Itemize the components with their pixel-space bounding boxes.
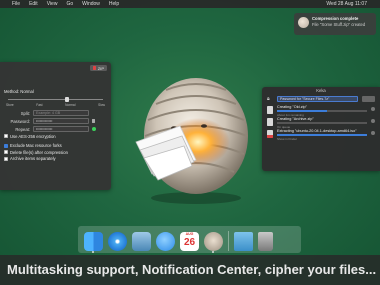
dock: AUG 26	[78, 226, 301, 253]
key-icon: 🔒︎	[267, 96, 270, 102]
menubar-status: Wed 28 Aug 11:07	[326, 1, 376, 7]
safari-icon[interactable]	[108, 232, 127, 251]
task-status: On queue	[277, 124, 291, 129]
tick-slow: Slow	[98, 103, 105, 107]
task-name: Extracting "ubuntu-20.04.1-desktop-amd64…	[277, 129, 357, 133]
repeat-label: Repeat:	[15, 126, 30, 132]
cancel-task-icon[interactable]	[371, 131, 375, 135]
delete-checkbox[interactable]	[4, 150, 8, 155]
caption: Multitasking support, Notification Cente…	[0, 255, 380, 285]
task-progress	[277, 134, 367, 136]
separate-label: Archive items separately	[10, 156, 56, 162]
menu-file[interactable]: File	[12, 1, 20, 7]
keka-app-icon	[298, 17, 309, 28]
menu-go[interactable]: Go	[66, 1, 73, 7]
format-value: ZIP	[97, 65, 104, 71]
format-select[interactable]: ZIP	[89, 65, 107, 71]
separate-checkbox-row[interactable]: Archive items separately	[4, 156, 107, 163]
notification[interactable]: Compression complete File "Some Stuff.zi…	[294, 13, 376, 35]
menu-view[interactable]: View	[47, 1, 58, 7]
keka-window-title: Keka	[316, 88, 326, 93]
task-status: About 1m remaining	[277, 112, 304, 117]
notification-title: Compression complete	[312, 16, 359, 21]
messages-icon[interactable]	[156, 232, 175, 251]
exclude-label: Exclude Mac resource forks	[10, 143, 62, 149]
archive-password-input[interactable]: Password for "Secure Files.7z"	[277, 96, 358, 102]
delete-label: Delete file(s) after compression	[10, 149, 68, 155]
task-row: Creating "Archive.zip" On queue	[262, 116, 380, 129]
calendar-month: AUG	[185, 232, 194, 236]
tick-normal: Normal	[65, 103, 76, 107]
calendar-day: 26	[183, 237, 196, 248]
aes-checkbox[interactable]	[4, 134, 8, 139]
menu-window[interactable]: Window	[82, 1, 100, 7]
finder-icon[interactable]	[84, 232, 103, 253]
menu-bar: File Edit View Go Window Help Wed 28 Aug…	[0, 0, 380, 8]
task-row: Extracting "ubuntu-20.04.1-desktop-amd64…	[262, 128, 380, 141]
task-progress	[277, 122, 367, 124]
repeat-field[interactable]: •••••••••••••	[33, 126, 89, 132]
task-row: Creating "Old.zip" About 1m remaining	[262, 104, 380, 117]
calendar-icon[interactable]: AUG 26	[180, 232, 199, 251]
zip-file-icon	[267, 106, 273, 114]
cancel-task-icon[interactable]	[371, 107, 375, 111]
folder-icon[interactable]	[234, 232, 253, 251]
clock[interactable]: Wed 28 Aug 11:07	[326, 1, 367, 7]
keka-window: Keka 🔒︎ Password for "Secure Files.7z" C…	[262, 87, 380, 171]
iso-file-icon	[267, 130, 273, 138]
trash-icon[interactable]	[258, 232, 273, 251]
aes-label: Use AES-256 encryption	[10, 133, 56, 139]
zip-file-icon	[267, 118, 273, 126]
cancel-task-icon[interactable]	[371, 119, 375, 123]
lock-icon[interactable]	[92, 119, 95, 123]
separate-checkbox[interactable]	[4, 156, 8, 161]
menu-help[interactable]: Help	[109, 1, 119, 7]
split-label: Split:	[20, 110, 30, 116]
keka-mascot-icon	[135, 78, 248, 204]
notification-subtitle: File "Some Stuff.zip" created	[312, 22, 366, 27]
dock-separator	[228, 231, 229, 251]
compression-settings-panel: ZIP Method: Normal Store Fast Normal Slo…	[0, 62, 111, 190]
password-ok-button[interactable]	[362, 96, 375, 102]
task-progress	[277, 110, 367, 112]
method-label: Method: Normal	[4, 89, 34, 94]
slider-knob[interactable]	[65, 97, 69, 102]
keka-dock-icon[interactable]	[204, 232, 223, 253]
password-field[interactable]: •••••••••••••	[33, 118, 89, 124]
task-status[interactable]: Show in Finder	[277, 137, 367, 141]
password-label: Password:	[10, 118, 30, 124]
slider-ticks: Store Fast Normal Slow	[6, 103, 105, 107]
exclude-checkbox[interactable]	[4, 143, 8, 148]
task-name: Creating "Old.zip"	[277, 105, 307, 109]
tick-fast: Fast	[36, 103, 43, 107]
task-name: Creating "Archive.zip"	[277, 117, 314, 121]
split-field[interactable]: Example: 4 GB	[33, 110, 89, 116]
zip-icon	[92, 66, 96, 70]
method-slider[interactable]	[8, 97, 103, 102]
preview-icon[interactable]	[132, 232, 151, 251]
menu-edit[interactable]: Edit	[29, 1, 38, 7]
match-indicator-icon	[92, 127, 96, 131]
tick-store: Store	[6, 103, 14, 107]
